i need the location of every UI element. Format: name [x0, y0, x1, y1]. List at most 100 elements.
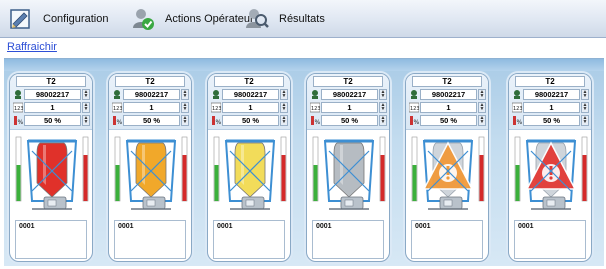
- tank-note[interactable]: 0001: [15, 220, 87, 259]
- panel-header-strip: [4, 59, 604, 71]
- svg-text:%: %: [117, 119, 123, 126]
- tank-count-row: 123 1 ▲ ▼: [13, 102, 91, 114]
- tank-note[interactable]: 0001: [213, 220, 285, 259]
- tank-visual: [15, 136, 89, 210]
- tab-configuration-label: Configuration: [43, 13, 109, 25]
- tank-id-row: 98002217 ▲ ▼: [211, 89, 289, 101]
- percent-level-icon: %: [14, 116, 23, 126]
- tank-note[interactable]: 0001: [114, 220, 186, 259]
- tank-count-row: 123 1 ▲ ▼: [112, 102, 190, 114]
- tank-percent-spinner[interactable]: ▲ ▼: [581, 115, 589, 126]
- tank-id-row: 98002217 ▲ ▼: [13, 89, 91, 101]
- svg-text:123: 123: [14, 106, 23, 112]
- tank-id-icon: [114, 90, 120, 99]
- tank-percent-value[interactable]: 50 %: [24, 115, 81, 126]
- tank-id-value: 98002217: [123, 89, 180, 100]
- tank-percent-value[interactable]: 50 %: [321, 115, 378, 126]
- tank-percent-value[interactable]: 50 %: [123, 115, 180, 126]
- tank-percent-value[interactable]: 50 %: [420, 115, 477, 126]
- tank-count-spinner[interactable]: ▲ ▼: [280, 102, 288, 113]
- tank-id-row: 98002217 ▲ ▼: [409, 89, 487, 101]
- tank-body: [135, 142, 167, 198]
- tank-percent-row: % 50 % ▲ ▼: [211, 115, 289, 127]
- tank-percent-value[interactable]: 50 %: [523, 115, 580, 126]
- refresh-link[interactable]: Raffraichir: [7, 41, 57, 53]
- tank-percent-row: % 50 % ▲ ▼: [409, 115, 487, 127]
- tank-id-spinner[interactable]: ▲ ▼: [280, 89, 288, 100]
- tank-count-spinner[interactable]: ▲ ▼: [478, 102, 486, 113]
- tanks-panel: T2 98002217 ▲ ▼ 123 1 ▲ ▼ % 50 % ▲ ▼ 000…: [4, 58, 604, 266]
- tank-percent-row: % 50 % ▲ ▼: [112, 115, 190, 127]
- tank-id-spinner[interactable]: ▲ ▼: [478, 89, 486, 100]
- tank-count-value[interactable]: 1: [123, 102, 180, 113]
- svg-text:123: 123: [513, 106, 522, 112]
- tab-actions-operateur[interactable]: Actions Opérateur: [130, 0, 254, 38]
- tank-count-value[interactable]: 1: [222, 102, 279, 113]
- tank-id-icon: [514, 90, 520, 99]
- tank-count-spinner[interactable]: ▲ ▼: [581, 102, 589, 113]
- tank-count-row: 123 1 ▲ ▼: [409, 102, 487, 114]
- tank-id-icon: [15, 90, 21, 99]
- tab-actions-operateur-label: Actions Opérateur: [165, 13, 254, 25]
- tank-card[interactable]: T2 98002217 ▲ ▼ 123 1 ▲ ▼ % 50 % ▲ ▼ 000…: [207, 73, 291, 262]
- tank-card-header: T2 98002217 ▲ ▼ 123 1 ▲ ▼ % 50 % ▲ ▼: [10, 74, 92, 130]
- counter-123-icon: 123: [13, 102, 23, 113]
- tank-id-spinner[interactable]: ▲ ▼: [181, 89, 189, 100]
- tank-card[interactable]: T2 98002217 ▲ ▼ 123 1 ▲ ▼ % 50 % ▲ ▼ 000…: [306, 73, 390, 262]
- svg-text:123: 123: [212, 106, 221, 112]
- tab-resultats[interactable]: Résultats: [244, 0, 325, 38]
- tank-visual: [514, 136, 588, 210]
- tank-count-value[interactable]: 1: [24, 102, 81, 113]
- tank-count-spinner[interactable]: ▲ ▼: [379, 102, 387, 113]
- tank-id-spinner[interactable]: ▲ ▼: [581, 89, 589, 100]
- tank-note[interactable]: 0001: [514, 220, 586, 259]
- tab-configuration[interactable]: Configuration: [8, 0, 108, 38]
- counter-123-icon: 123: [409, 102, 419, 113]
- tank-card[interactable]: T2 98002217 ▲ ▼ 123 1 ▲ ▼ % 50 % ▲ ▼ 000…: [508, 73, 592, 262]
- tank-count-value[interactable]: 1: [321, 102, 378, 113]
- tank-count-value[interactable]: 1: [523, 102, 580, 113]
- counter-123-icon: 123: [112, 102, 122, 113]
- tank-percent-spinner[interactable]: ▲ ▼: [181, 115, 189, 126]
- tank-percent-spinner[interactable]: ▲ ▼: [379, 115, 387, 126]
- tank-visual: [312, 136, 386, 210]
- svg-text:%: %: [315, 119, 321, 126]
- tank-count-row: 123 1 ▲ ▼: [512, 102, 590, 114]
- tank-card-header: T2 98002217 ▲ ▼ 123 1 ▲ ▼ % 50 % ▲ ▼: [208, 74, 290, 130]
- tank-percent-row: % 50 % ▲ ▼: [512, 115, 590, 127]
- tank-count-spinner[interactable]: ▲ ▼: [181, 102, 189, 113]
- tank-card[interactable]: T2 98002217 ▲ ▼ 123 1 ▲ ▼ % 50 % ▲ ▼ 000…: [405, 73, 489, 262]
- tank-card[interactable]: T2 98002217 ▲ ▼ 123 1 ▲ ▼ % 50 % ▲ ▼ 000…: [9, 73, 93, 262]
- tank-card-header: T2 98002217 ▲ ▼ 123 1 ▲ ▼ % 50 % ▲ ▼: [109, 74, 191, 130]
- percent-level-icon: %: [113, 116, 123, 126]
- tank-id-value: 98002217: [222, 89, 279, 100]
- tank-percent-spinner[interactable]: ▲ ▼: [280, 115, 288, 126]
- tank-count-spinner[interactable]: ▲ ▼: [82, 102, 90, 113]
- percent-level-icon: %: [410, 116, 419, 126]
- tank-percent-spinner[interactable]: ▲ ▼: [478, 115, 486, 126]
- tank-card-header: T2 98002217 ▲ ▼ 123 1 ▲ ▼ % 50 % ▲ ▼: [307, 74, 389, 130]
- refresh-bar: Raffraichir: [0, 38, 606, 58]
- tank-name: T2: [115, 76, 185, 87]
- tank-name: T2: [412, 76, 482, 87]
- tank-note[interactable]: 0001: [411, 220, 483, 259]
- tank-id-spinner[interactable]: ▲ ▼: [379, 89, 387, 100]
- tank-percent-spinner[interactable]: ▲ ▼: [82, 115, 90, 126]
- counter-123-icon: 123: [310, 102, 320, 113]
- tank-count-row: 123 1 ▲ ▼: [310, 102, 388, 114]
- tank-id-icon: [411, 90, 417, 99]
- tank-name: T2: [313, 76, 383, 87]
- tank-id-row: 98002217 ▲ ▼: [512, 89, 590, 101]
- tank-note[interactable]: 0001: [312, 220, 384, 259]
- tank-id-spinner[interactable]: ▲ ▼: [82, 89, 90, 100]
- counter-123-icon: 123: [512, 102, 522, 113]
- tank-id-row: 98002217 ▲ ▼: [112, 89, 190, 101]
- tank-body: [36, 142, 68, 198]
- tank-count-row: 123 1 ▲ ▼: [211, 102, 289, 114]
- svg-text:123: 123: [311, 106, 320, 112]
- tank-percent-value[interactable]: 50 %: [222, 115, 279, 126]
- counter-123-icon: 123: [211, 102, 221, 113]
- tank-card[interactable]: T2 98002217 ▲ ▼ 123 1 ▲ ▼ % 50 % ▲ ▼ 000…: [108, 73, 192, 262]
- tank-percent-row: % 50 % ▲ ▼: [13, 115, 91, 127]
- tank-count-value[interactable]: 1: [420, 102, 477, 113]
